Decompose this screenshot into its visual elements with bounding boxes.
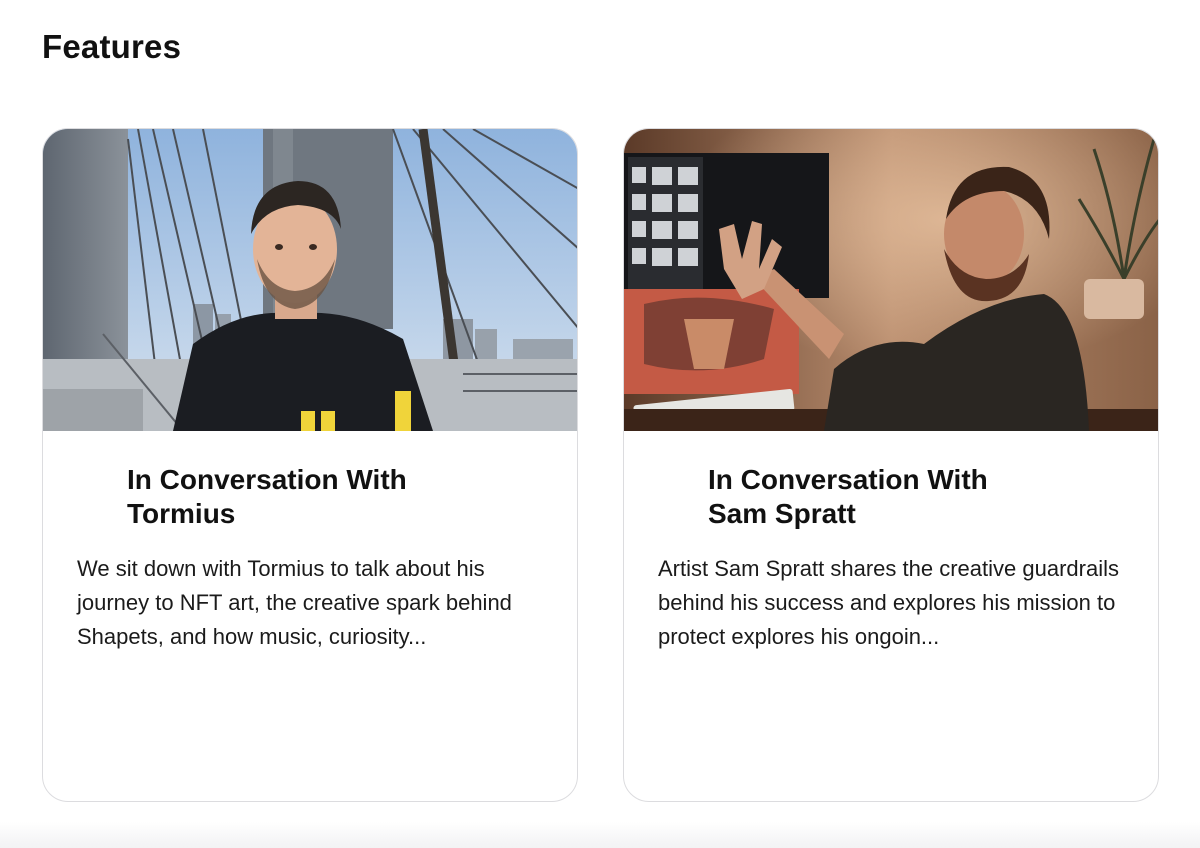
card-title[interactable]: In Conversation With Tormius: [127, 463, 467, 531]
card-description: We sit down with Tormius to talk about h…: [77, 556, 512, 649]
card-image-sam-spratt[interactable]: [624, 129, 1158, 431]
section-title: Features: [42, 28, 182, 65]
feature-card-tormius[interactable]: In Conversation With Tormius We sit down…: [42, 128, 578, 802]
features-page: Features In Conversation With Tormius We…: [0, 0, 1200, 848]
feature-card-sam-spratt[interactable]: In Conversation With Sam Spratt Artist S…: [623, 128, 1159, 802]
card-description: Artist Sam Spratt shares the creative gu…: [658, 556, 1119, 649]
card-image-tormius[interactable]: [43, 129, 577, 431]
photo-man-on-bridge: [43, 129, 577, 431]
photo-artist-at-desk: [624, 129, 1158, 431]
card-title[interactable]: In Conversation With Sam Spratt: [708, 463, 1048, 531]
